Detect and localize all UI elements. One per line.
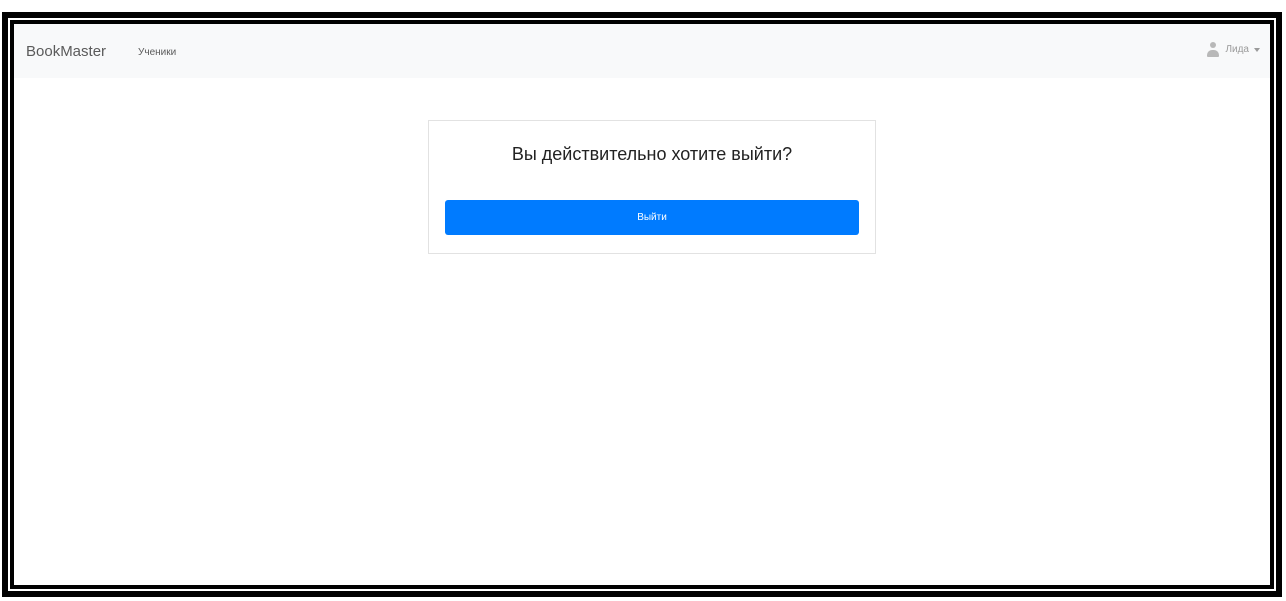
user-name: Лида bbox=[1225, 44, 1249, 55]
browser-viewport: BookMaster Ученики Лида Вы действительно… bbox=[14, 24, 1270, 585]
user-dropdown[interactable]: Лида bbox=[1207, 42, 1260, 58]
screenshot-frame-inner: BookMaster Ученики Лида Вы действительно… bbox=[8, 18, 1276, 591]
logout-question: Вы действительно хотите выйти? bbox=[511, 144, 793, 164]
nav-link-students[interactable]: Ученики bbox=[138, 47, 176, 58]
brand-link[interactable]: BookMaster bbox=[26, 44, 106, 60]
top-navbar: BookMaster Ученики Лида bbox=[14, 24, 1270, 78]
logout-card: Вы действительно хотите выйти? Выйти bbox=[428, 120, 876, 254]
caret-down-icon bbox=[1254, 48, 1260, 52]
screenshot-frame: BookMaster Ученики Лида Вы действительно… bbox=[2, 12, 1282, 597]
user-icon bbox=[1207, 42, 1220, 58]
logout-button[interactable]: Выйти bbox=[445, 200, 859, 235]
